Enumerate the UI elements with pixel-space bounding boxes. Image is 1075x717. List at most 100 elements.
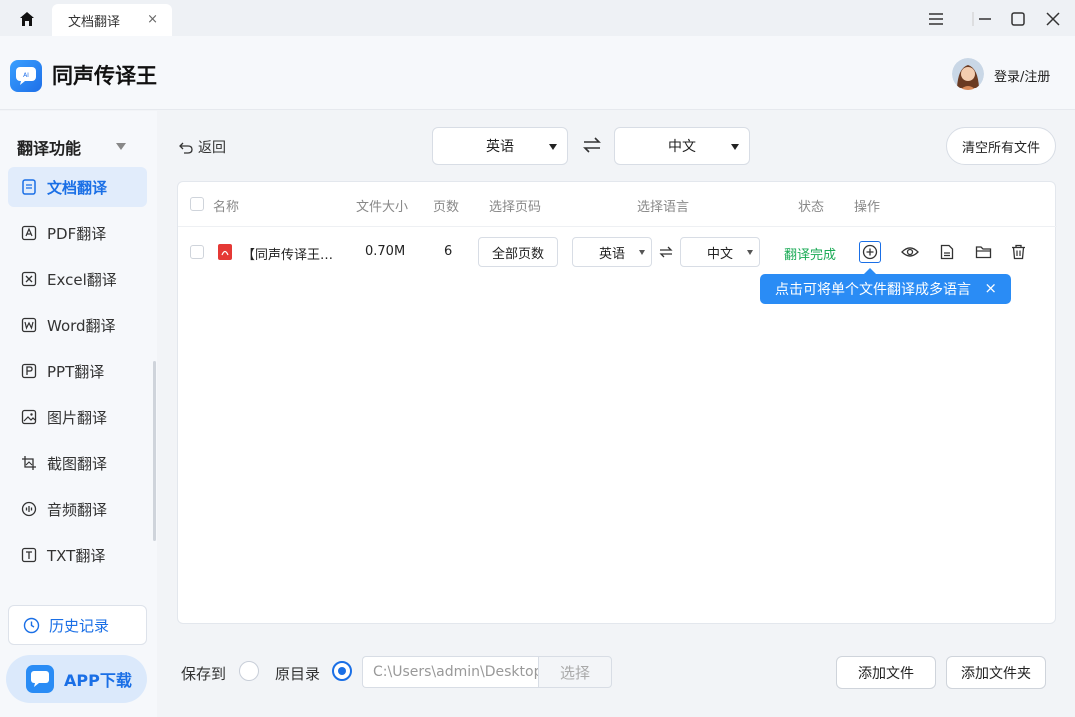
- undo-arrow-icon: [179, 142, 193, 154]
- maximize-button[interactable]: [1007, 8, 1029, 30]
- avatar[interactable]: [952, 58, 984, 90]
- sidebar-item-label: PDF翻译: [47, 224, 107, 243]
- document-icon: [940, 244, 954, 260]
- tooltip-text: 点击可将单个文件翻译成多语言: [775, 282, 971, 298]
- home-icon: [20, 12, 34, 26]
- home-button[interactable]: [10, 6, 44, 32]
- sidebar-item-label: Excel翻译: [47, 270, 117, 289]
- close-icon: [1046, 12, 1060, 26]
- multi-language-button[interactable]: [859, 241, 881, 263]
- sidebar-heading[interactable]: 翻译功能: [17, 135, 81, 159]
- open-folder-button[interactable]: [972, 241, 994, 263]
- sidebar-item-label: 截图翻译: [47, 454, 108, 473]
- app-logo: AI: [10, 60, 42, 92]
- clock-icon: [23, 617, 40, 633]
- document-icon: [21, 179, 37, 195]
- choose-path-button[interactable]: 选择: [538, 656, 612, 688]
- swap-icon[interactable]: [659, 245, 673, 259]
- tooltip-close-icon[interactable]: ×: [984, 279, 997, 297]
- tab-close-icon[interactable]: ×: [147, 12, 158, 27]
- logo-icon: AI: [16, 67, 36, 85]
- word-icon: [21, 317, 37, 333]
- main-content: 返回 英语 中文 清空所有文件 名称 文件大小 页数 选择页码 选择语言 状态 …: [157, 111, 1075, 717]
- eye-icon: [901, 247, 919, 257]
- open-document-button[interactable]: [936, 241, 958, 263]
- preview-button[interactable]: [899, 241, 921, 263]
- page-count: 6: [444, 244, 453, 259]
- tab-label: 文档翻译: [68, 14, 121, 30]
- sidebar-item-label: 音频翻译: [47, 500, 108, 519]
- target-language-value: 中文: [668, 139, 696, 155]
- delete-button[interactable]: [1007, 241, 1029, 263]
- menu-icon: [929, 13, 943, 25]
- column-header-pages: 页数: [433, 200, 460, 215]
- source-language-select[interactable]: 英语: [432, 127, 568, 165]
- sidebar-scrollbar[interactable]: [153, 361, 156, 541]
- app-title: 同声传译王: [52, 64, 157, 88]
- sidebar-item-pdf[interactable]: PDF翻译: [8, 213, 147, 253]
- dropdown-arrow-icon: [549, 144, 557, 150]
- back-label: 返回: [198, 140, 226, 156]
- sidebar-item-label: 文档翻译: [47, 178, 108, 197]
- save-path-field[interactable]: C:\Users\admin\Desktop: [362, 656, 542, 688]
- app-download-button[interactable]: APP下载: [6, 655, 147, 703]
- target-language-select[interactable]: 中文: [614, 127, 750, 165]
- swap-languages-button[interactable]: [582, 135, 602, 155]
- save-custom-radio[interactable]: [239, 661, 259, 681]
- back-button[interactable]: 返回: [179, 137, 226, 157]
- add-folder-button[interactable]: 添加文件夹: [946, 656, 1046, 689]
- screenshot-icon: [21, 455, 37, 471]
- row-source-language-select[interactable]: 英语: [572, 237, 652, 267]
- login-register-link[interactable]: 登录/注册: [994, 66, 1050, 85]
- sidebar-item-label: TXT翻译: [47, 546, 106, 565]
- original-directory-label: 原目录: [275, 665, 321, 683]
- swap-icon: [583, 137, 601, 153]
- menu-button[interactable]: [925, 8, 947, 30]
- row-target-language-value: 中文: [706, 246, 733, 262]
- sidebar-item-image[interactable]: 图片翻译: [8, 397, 147, 437]
- sidebar-item-audio[interactable]: 音频翻译: [8, 489, 147, 529]
- app-logo-icon: [26, 665, 54, 693]
- save-to-label: 保存到: [181, 665, 227, 683]
- column-header-status: 状态: [798, 200, 825, 215]
- sidebar-item-screenshot[interactable]: 截图翻译: [8, 443, 147, 483]
- audio-icon: [21, 501, 37, 517]
- file-name[interactable]: 【同声传译王…: [242, 244, 333, 263]
- close-window-button[interactable]: [1042, 8, 1064, 30]
- row-checkbox[interactable]: [190, 245, 204, 259]
- sidebar-item-word[interactable]: Word翻译: [8, 305, 147, 345]
- header-divider: [178, 226, 1057, 227]
- column-header-select-language: 选择语言: [637, 200, 690, 215]
- sidebar-item-document[interactable]: 文档翻译: [8, 167, 147, 207]
- maximize-icon: [1011, 12, 1025, 26]
- history-button[interactable]: 历史记录: [8, 605, 147, 645]
- tab-document-translate[interactable]: 文档翻译 ×: [52, 4, 172, 36]
- user-avatar-icon: [952, 58, 984, 90]
- dropdown-arrow-icon: [639, 250, 645, 255]
- file-list-panel: 名称 文件大小 页数 选择页码 选择语言 状态 操作 【同声传译王… 0.70M…: [177, 181, 1057, 624]
- dropdown-arrow-icon: [731, 144, 739, 150]
- column-header-name: 名称: [213, 200, 240, 215]
- add-file-button[interactable]: 添加文件: [836, 656, 936, 689]
- history-label: 历史记录: [49, 616, 110, 635]
- sidebar-item-txt[interactable]: TXT翻译: [8, 535, 147, 575]
- sidebar-item-excel[interactable]: Excel翻译: [8, 259, 147, 299]
- source-language-value: 英语: [486, 139, 514, 155]
- plus-circle-icon: [862, 244, 878, 260]
- column-header-select-pages: 选择页码: [489, 200, 542, 215]
- row-target-language-select[interactable]: 中文: [680, 237, 760, 267]
- dropdown-arrow-icon: [747, 250, 753, 255]
- page-range-button[interactable]: 全部页数: [478, 237, 558, 267]
- minimize-button[interactable]: [974, 8, 996, 30]
- chevron-down-icon[interactable]: [116, 143, 126, 150]
- save-original-dir-radio[interactable]: [332, 661, 352, 681]
- sidebar-item-label: Word翻译: [47, 316, 116, 335]
- sidebar-item-ppt[interactable]: PPT翻译: [8, 351, 147, 391]
- clear-all-files-button[interactable]: 清空所有文件: [946, 127, 1056, 165]
- select-all-checkbox[interactable]: [190, 197, 204, 211]
- pdf-file-icon: [218, 244, 232, 260]
- file-size: 0.70M: [365, 244, 406, 259]
- ppt-icon: [21, 363, 37, 379]
- trash-icon: [1011, 244, 1025, 260]
- minimize-icon: [979, 18, 991, 20]
